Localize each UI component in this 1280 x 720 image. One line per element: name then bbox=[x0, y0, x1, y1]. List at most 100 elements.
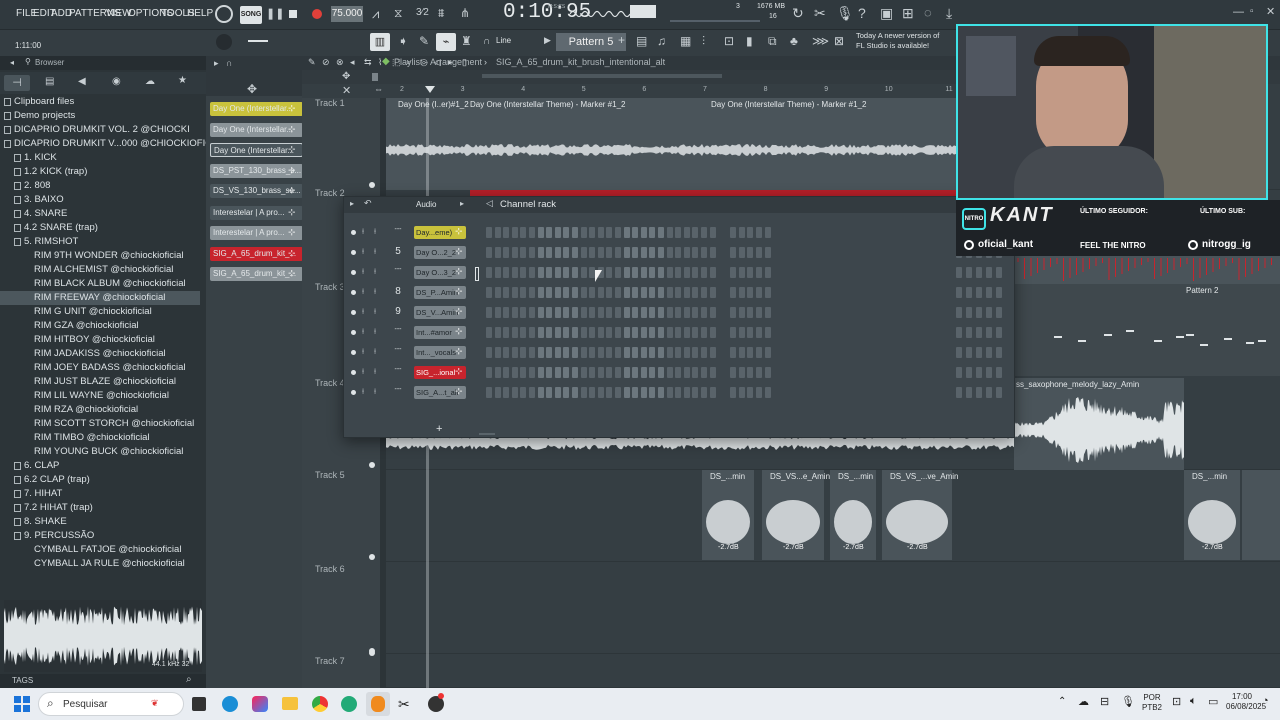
step-button[interactable] bbox=[701, 347, 707, 358]
channel-mute-led[interactable] bbox=[351, 270, 356, 275]
step-button[interactable] bbox=[747, 307, 754, 318]
step-button[interactable] bbox=[692, 267, 699, 278]
step-button[interactable] bbox=[537, 287, 544, 298]
step-button[interactable] bbox=[976, 327, 982, 338]
channel-grip-icon[interactable]: ⊹ bbox=[455, 226, 463, 237]
browser-item[interactable]: RIM HITBOY @chiockioficial bbox=[0, 333, 200, 347]
step-button[interactable] bbox=[580, 347, 587, 358]
track-header[interactable]: Track 6 bbox=[310, 564, 375, 656]
step-button[interactable] bbox=[764, 287, 771, 298]
step-button[interactable] bbox=[572, 227, 578, 238]
rack-filter[interactable]: Audio bbox=[416, 200, 436, 209]
step-button[interactable] bbox=[747, 267, 754, 278]
step-button[interactable] bbox=[986, 387, 992, 398]
step-button[interactable] bbox=[606, 227, 613, 238]
step-button[interactable] bbox=[675, 347, 682, 358]
step-button[interactable] bbox=[529, 307, 535, 318]
step-button[interactable] bbox=[554, 267, 561, 278]
step-button[interactable] bbox=[580, 287, 587, 298]
step-button[interactable] bbox=[738, 287, 745, 298]
step-button[interactable] bbox=[511, 347, 518, 358]
step-button[interactable] bbox=[764, 227, 771, 238]
step-button[interactable] bbox=[966, 367, 972, 378]
step-button[interactable] bbox=[658, 347, 664, 358]
step-button[interactable] bbox=[658, 227, 664, 238]
channel-mixer-track[interactable]: 9 bbox=[390, 306, 406, 317]
metronome-icon[interactable]: ⩘ bbox=[372, 6, 379, 22]
step-button[interactable] bbox=[701, 307, 707, 318]
step-button[interactable] bbox=[606, 387, 613, 398]
step-button[interactable] bbox=[572, 307, 578, 318]
step-button[interactable] bbox=[701, 227, 707, 238]
step-button[interactable] bbox=[597, 327, 604, 338]
file-explorer-icon[interactable] bbox=[282, 697, 298, 710]
step-button[interactable] bbox=[738, 227, 745, 238]
step-button[interactable] bbox=[640, 327, 647, 338]
channel-volume-knob-icon[interactable]: ⍿ bbox=[374, 367, 376, 377]
browser-project-icon[interactable]: ▤ bbox=[45, 76, 54, 87]
step-button[interactable] bbox=[649, 367, 656, 378]
browser-item[interactable]: 7.2 HIHAT (trap) bbox=[0, 501, 200, 515]
browser-item[interactable]: RIM YOUNG BUCK @chiockioficial bbox=[0, 445, 200, 459]
rack-filter-arrow-icon[interactable]: ▸ bbox=[460, 199, 464, 208]
step-button[interactable] bbox=[683, 327, 690, 338]
browser-item[interactable]: RIM JOEY BADASS @chiockioficial bbox=[0, 361, 200, 375]
step-button[interactable] bbox=[756, 247, 762, 258]
step-button[interactable] bbox=[683, 287, 690, 298]
browser-item[interactable]: 9. PERCUSSÃO bbox=[0, 529, 200, 543]
step-button[interactable] bbox=[747, 227, 754, 238]
step-button[interactable] bbox=[503, 267, 510, 278]
step-button[interactable] bbox=[589, 327, 596, 338]
step-button[interactable] bbox=[615, 287, 621, 298]
step-button[interactable] bbox=[537, 267, 544, 278]
step-button[interactable] bbox=[554, 227, 561, 238]
step-button[interactable] bbox=[572, 247, 578, 258]
tray-mic-icon[interactable]: 🎙︎ bbox=[1121, 695, 1135, 708]
clip-track5[interactable]: DS_...min -2.7dB bbox=[1184, 470, 1240, 560]
step-button[interactable] bbox=[589, 387, 596, 398]
channel-mixer-track[interactable]: --- bbox=[390, 266, 406, 273]
step-button[interactable] bbox=[537, 327, 544, 338]
lane-track-6[interactable] bbox=[386, 562, 1280, 654]
step-button[interactable] bbox=[976, 347, 982, 358]
clip-drag-icon[interactable]: ⊹ bbox=[288, 103, 296, 114]
tray-volume-icon[interactable]: 🔈︎ bbox=[1190, 695, 1197, 708]
tray-cloud-icon[interactable]: ☁ bbox=[1078, 695, 1089, 708]
step-button[interactable] bbox=[597, 307, 604, 318]
step-button[interactable] bbox=[503, 347, 510, 358]
step-button[interactable] bbox=[996, 307, 1002, 318]
channel-volume-knob-icon[interactable]: ⍿ bbox=[374, 307, 376, 317]
step-button[interactable] bbox=[996, 267, 1002, 278]
step-button[interactable] bbox=[986, 287, 992, 298]
step-button[interactable] bbox=[756, 227, 762, 238]
step-button[interactable] bbox=[529, 327, 535, 338]
clip-track5[interactable]: DS_VS_...ve_Amin -2.7dB bbox=[882, 470, 958, 560]
step-button[interactable] bbox=[649, 387, 656, 398]
step-button[interactable] bbox=[666, 287, 673, 298]
step-button[interactable] bbox=[546, 287, 553, 298]
step-button[interactable] bbox=[756, 347, 762, 358]
channel-mute-led[interactable] bbox=[351, 330, 356, 335]
paint-icon[interactable]: ⊘ bbox=[322, 57, 330, 68]
browser-item[interactable]: RIM SCOTT STORCH @chiockioficial bbox=[0, 417, 200, 431]
language-indicator[interactable]: POR PTB2 bbox=[1142, 693, 1162, 713]
step-button[interactable] bbox=[683, 367, 690, 378]
step-button[interactable] bbox=[683, 347, 690, 358]
step-button[interactable] bbox=[563, 287, 570, 298]
mixer-icon[interactable]: ⫶ bbox=[702, 34, 705, 49]
step-button[interactable] bbox=[486, 347, 492, 358]
channel-grip-icon[interactable]: ⊹ bbox=[455, 246, 463, 257]
step-button[interactable] bbox=[986, 307, 992, 318]
channel-pan-knob-icon[interactable]: ⍿ bbox=[362, 287, 364, 297]
channel-grip-icon[interactable]: ⊹ bbox=[455, 386, 463, 397]
step-button[interactable] bbox=[683, 387, 690, 398]
step-button[interactable] bbox=[692, 327, 699, 338]
step-button[interactable] bbox=[529, 347, 535, 358]
step-button[interactable] bbox=[986, 347, 992, 358]
browser-item[interactable]: 2. 808 bbox=[0, 179, 200, 193]
channel-pan-knob-icon[interactable]: ⍿ bbox=[362, 247, 364, 257]
step-button[interactable] bbox=[692, 307, 699, 318]
browser-item[interactable]: 6.2 CLAP (trap) bbox=[0, 473, 200, 487]
step-button[interactable] bbox=[701, 267, 707, 278]
browser-item[interactable]: RIM JADAKISS @chiockioficial bbox=[0, 347, 200, 361]
